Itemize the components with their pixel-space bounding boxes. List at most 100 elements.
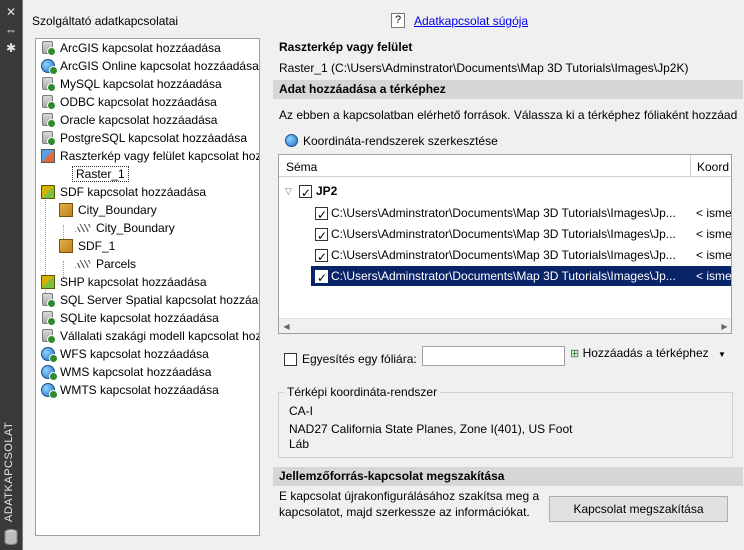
tree-item-label: SDF kapcsolat hozzáadása: [60, 185, 207, 199]
provider-panel-title: Szolgáltató adatkapcsolatai: [32, 14, 179, 28]
column-header-coord[interactable]: Koord: [697, 160, 729, 174]
database-icon: [42, 311, 56, 326]
palette-title: ADATKAPCSOLAT: [3, 421, 15, 522]
database-icon: [42, 293, 56, 308]
row-path: C:\Users\Adminstrator\Documents\Map 3D T…: [331, 248, 676, 262]
combine-checkbox[interactable]: [284, 353, 297, 366]
row-checkbox[interactable]: [315, 205, 328, 225]
tree-item-label: ArcGIS Online kapcsolat hozzáadása: [60, 59, 259, 73]
scroll-left-icon[interactable]: ◀: [279, 319, 294, 333]
database-icon: [42, 329, 56, 344]
crs-description: NAD27 California State Planes, Zone I(40…: [289, 422, 573, 436]
edit-crs-label: Koordináta-rendszerek szerkesztése: [303, 134, 498, 148]
globe-icon: [41, 365, 58, 381]
dropdown-arrow-icon[interactable]: ▼: [718, 350, 726, 359]
tree-item-label: Parcels: [96, 257, 137, 271]
disconnect-section-title: Jellemzőforrás-kapcsolat megszakítása: [273, 467, 743, 486]
provider-tree[interactable]: ArcGIS kapcsolat hozzáadása ArcGIS Onlin…: [35, 38, 260, 536]
shp-icon: [41, 275, 55, 289]
edit-crs-button[interactable]: Koordináta-rendszerek szerkesztése: [285, 130, 498, 152]
add-to-map-label: Hozzáadás a térképhez: [582, 346, 709, 360]
group-label: JP2: [316, 184, 338, 198]
grid-row-4-selected[interactable]: C:\Users\Adminstrator\Documents\Map 3D T…: [311, 266, 732, 288]
help-link[interactable]: Adatkapcsolat súgója: [414, 14, 528, 28]
grid-row-3[interactable]: C:\Users\Adminstrator\Documents\Map 3D T…: [279, 245, 732, 267]
row-coord: < isme: [696, 248, 732, 262]
group-checkbox[interactable]: [299, 183, 312, 203]
add-layer-icon: ⊞: [570, 348, 580, 360]
tree-item-label: PostgreSQL kapcsolat hozzáadása: [60, 131, 248, 145]
palette-strip: ✕ ⇔ ✱ ADATKAPCSOLAT: [0, 0, 22, 550]
tree-item-label: SHP kapcsolat hozzáadása: [60, 275, 207, 289]
database-icon: [42, 131, 56, 146]
column-header-schema[interactable]: Séma: [286, 160, 317, 174]
tree-item-label: Raster_1: [72, 166, 129, 182]
connection-heading: Raszterkép vagy felület: [279, 40, 413, 54]
sdf-file-icon: [59, 239, 73, 253]
row-coord: < isme: [696, 269, 732, 283]
tree-item-label: SDF_1: [78, 239, 116, 253]
sdf-file-icon: [59, 203, 73, 217]
add-to-map-description: Az ebben a kapcsolatban elérhető forráso…: [279, 108, 738, 122]
schema-grid[interactable]: Séma Koord ▽ JP2 C:\Users\Adminstrator\D…: [278, 154, 732, 334]
column-separator[interactable]: [690, 155, 691, 177]
tree-item-raster-1[interactable]: Raster_1: [72, 165, 129, 183]
tree-item-label: ArcGIS kapcsolat hozzáadása: [60, 41, 221, 55]
grid-row-1[interactable]: C:\Users\Adminstrator\Documents\Map 3D T…: [279, 203, 732, 225]
horizontal-scrollbar[interactable]: ◀ ▶: [279, 318, 731, 333]
crs-code: CA-I: [289, 404, 313, 418]
globe-icon: [41, 383, 58, 399]
scroll-right-icon[interactable]: ▶: [717, 319, 731, 333]
tree-item-label: Oracle kapcsolat hozzáadása: [60, 113, 218, 127]
disconnect-button[interactable]: Kapcsolat megszakítása: [549, 496, 728, 522]
tree-item-label: SQLite kapcsolat hozzáadása: [60, 311, 219, 325]
row-coord: < isme: [696, 206, 732, 220]
combine-layer-input[interactable]: [422, 346, 565, 366]
data-connect-panel: Szolgáltató adatkapcsolatai ? Adatkapcso…: [22, 0, 744, 550]
globe-icon: [285, 134, 298, 147]
database-icon: [42, 41, 56, 56]
tree-item-label: WMS kapcsolat hozzáadása: [60, 365, 212, 379]
row-path: C:\Users\Adminstrator\Documents\Map 3D T…: [331, 206, 676, 220]
row-checkbox[interactable]: [315, 247, 328, 267]
tree-item-label: WMTS kapcsolat hozzáadása: [60, 383, 219, 397]
layer-icon: [75, 260, 92, 268]
row-path: C:\Users\Adminstrator\Documents\Map 3D T…: [331, 227, 676, 241]
settings-icon[interactable]: ✱: [3, 40, 19, 56]
grid-header: Séma Koord: [279, 155, 731, 177]
disconnect-description-2: kapcsolatot, majd szerkessze az informác…: [279, 505, 530, 519]
tree-item-label: WFS kapcsolat hozzáadása: [60, 347, 209, 361]
add-to-map-button[interactable]: ⊞ Hozzáadás a térképhez ▼: [567, 341, 729, 365]
close-icon[interactable]: ✕: [3, 4, 19, 20]
database-icon: [42, 113, 56, 128]
tree-item-label: City_Boundary: [78, 203, 157, 217]
map-crs-title: Térképi koordináta-rendszer: [284, 385, 441, 399]
database-icon: [42, 77, 56, 92]
raster-icon: [41, 149, 55, 163]
tree-item-label: City_Boundary: [96, 221, 175, 235]
row-coord: < isme: [696, 227, 732, 241]
add-to-map-section-title: Adat hozzáadása a térképhez: [273, 80, 743, 99]
help-icon[interactable]: ?: [391, 13, 405, 28]
combine-label: Egyesítés egy fóliára:: [302, 352, 417, 366]
pin-icon[interactable]: ⇔: [3, 22, 19, 38]
crs-unit: Láb: [289, 437, 310, 451]
disconnect-description-1: E kapcsolat újrakonfigurálásához szakíts…: [279, 489, 540, 503]
globe-icon: [41, 347, 58, 363]
tree-item-label: Vállalati szakági modell kapcsolat hozzá…: [60, 329, 259, 343]
tree-item-label: SQL Server Spatial kapcsolat hozzáadása: [60, 293, 259, 307]
row-checkbox[interactable]: [315, 268, 328, 288]
layer-icon: [75, 224, 92, 232]
database-icon: [42, 95, 56, 110]
grid-row-2[interactable]: C:\Users\Adminstrator\Documents\Map 3D T…: [279, 224, 732, 246]
connection-path: Raster_1 (C:\Users\Adminstrator\Document…: [279, 61, 689, 75]
map-crs-group: Térképi koordináta-rendszer CA-I NAD27 C…: [278, 385, 733, 458]
globe-icon: [41, 59, 58, 75]
tree-item-label: ODBC kapcsolat hozzáadása: [60, 95, 217, 109]
sdf-icon: [41, 185, 55, 199]
grid-group-row[interactable]: ▽ JP2: [279, 181, 731, 203]
row-checkbox[interactable]: [315, 226, 328, 246]
collapse-arrow-icon[interactable]: ▽: [285, 181, 292, 201]
data-connect-icon: [4, 529, 18, 545]
row-path: C:\Users\Adminstrator\Documents\Map 3D T…: [331, 269, 676, 283]
